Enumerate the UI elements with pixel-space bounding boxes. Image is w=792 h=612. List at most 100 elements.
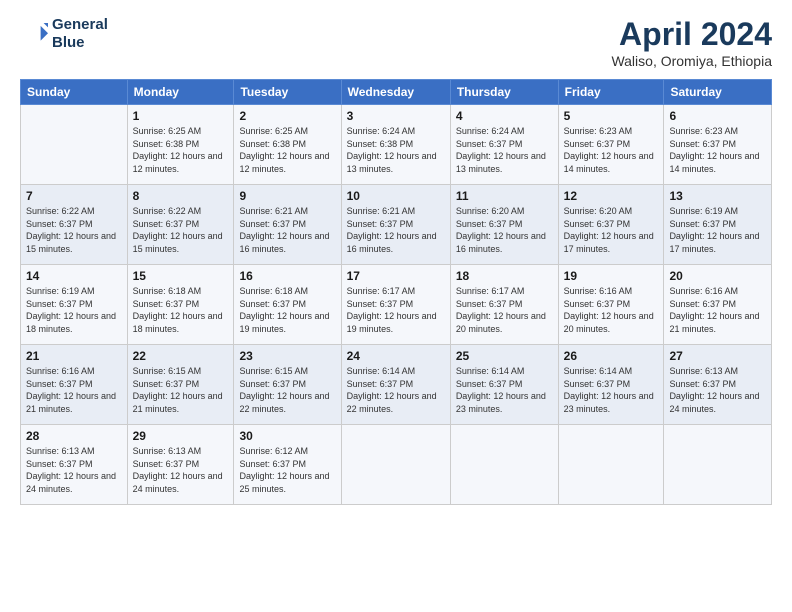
calendar-cell: 11 Sunrise: 6:20 AMSunset: 6:37 PMDayligh… (450, 185, 558, 265)
calendar-cell: 18 Sunrise: 6:17 AMSunset: 6:37 PMDayligh… (450, 265, 558, 345)
page-container: General Blue April 2024 Waliso, Oromiya,… (0, 0, 792, 515)
day-info: Sunrise: 6:25 AMSunset: 6:38 PMDaylight:… (239, 125, 335, 175)
weekday-header: Thursday (450, 80, 558, 105)
day-info: Sunrise: 6:18 AMSunset: 6:37 PMDaylight:… (133, 285, 229, 335)
logo-icon (20, 20, 48, 48)
calendar-week-row: 1 Sunrise: 6:25 AMSunset: 6:38 PMDaylight… (21, 105, 772, 185)
calendar-cell: 14 Sunrise: 6:19 AMSunset: 6:37 PMDayligh… (21, 265, 128, 345)
calendar-cell: 25 Sunrise: 6:14 AMSunset: 6:37 PMDayligh… (450, 345, 558, 425)
day-info: Sunrise: 6:15 AMSunset: 6:37 PMDaylight:… (239, 365, 335, 415)
calendar-cell: 16 Sunrise: 6:18 AMSunset: 6:37 PMDayligh… (234, 265, 341, 345)
day-info: Sunrise: 6:17 AMSunset: 6:37 PMDaylight:… (347, 285, 445, 335)
calendar-cell (341, 425, 450, 505)
weekday-header: Tuesday (234, 80, 341, 105)
calendar-table: SundayMondayTuesdayWednesdayThursdayFrid… (20, 79, 772, 505)
day-number: 1 (133, 109, 229, 123)
calendar-cell: 28 Sunrise: 6:13 AMSunset: 6:37 PMDayligh… (21, 425, 128, 505)
calendar-cell: 4 Sunrise: 6:24 AMSunset: 6:37 PMDaylight… (450, 105, 558, 185)
calendar-cell: 6 Sunrise: 6:23 AMSunset: 6:37 PMDaylight… (664, 105, 772, 185)
calendar-cell: 9Sunrise: 6:21 AMSunset: 6:37 PMDaylight… (234, 185, 341, 265)
day-info: Sunrise: 6:13 AMSunset: 6:37 PMDaylight:… (669, 365, 766, 415)
day-number: 18 (456, 269, 553, 283)
day-info: Sunrise: 6:23 AMSunset: 6:37 PMDaylight:… (669, 125, 766, 175)
calendar-cell (450, 425, 558, 505)
calendar-cell: 10 Sunrise: 6:21 AMSunset: 6:37 PMDayligh… (341, 185, 450, 265)
weekday-header: Saturday (664, 80, 772, 105)
day-number: 6 (669, 109, 766, 123)
calendar-cell: 21 Sunrise: 6:16 AMSunset: 6:37 PMDayligh… (21, 345, 128, 425)
calendar-cell: 15 Sunrise: 6:18 AMSunset: 6:37 PMDayligh… (127, 265, 234, 345)
weekday-header-row: SundayMondayTuesdayWednesdayThursdayFrid… (21, 80, 772, 105)
day-number: 23 (239, 349, 335, 363)
day-number: 24 (347, 349, 445, 363)
calendar-week-row: 21 Sunrise: 6:16 AMSunset: 6:37 PMDayligh… (21, 345, 772, 425)
day-number: 27 (669, 349, 766, 363)
day-info: Sunrise: 6:22 AMSunset: 6:37 PMDaylight:… (26, 205, 122, 255)
calendar-cell: 20Sunrise: 6:16 AMSunset: 6:37 PMDayligh… (664, 265, 772, 345)
day-number: 4 (456, 109, 553, 123)
month-title: April 2024 (611, 16, 772, 53)
day-info: Sunrise: 6:20 AMSunset: 6:37 PMDaylight:… (564, 205, 659, 255)
day-number: 22 (133, 349, 229, 363)
weekday-header: Friday (558, 80, 664, 105)
day-info: Sunrise: 6:14 AMSunset: 6:37 PMDaylight:… (564, 365, 659, 415)
calendar-cell (21, 105, 128, 185)
calendar-cell: 29Sunrise: 6:13 AMSunset: 6:37 PMDayligh… (127, 425, 234, 505)
calendar-cell: 26Sunrise: 6:14 AMSunset: 6:37 PMDayligh… (558, 345, 664, 425)
day-info: Sunrise: 6:19 AMSunset: 6:37 PMDaylight:… (669, 205, 766, 255)
weekday-header: Wednesday (341, 80, 450, 105)
day-info: Sunrise: 6:15 AMSunset: 6:37 PMDaylight:… (133, 365, 229, 415)
day-number: 25 (456, 349, 553, 363)
day-number: 17 (347, 269, 445, 283)
calendar-cell: 17 Sunrise: 6:17 AMSunset: 6:37 PMDayligh… (341, 265, 450, 345)
day-info: Sunrise: 6:25 AMSunset: 6:38 PMDaylight:… (133, 125, 229, 175)
calendar-cell: 24Sunrise: 6:14 AMSunset: 6:37 PMDayligh… (341, 345, 450, 425)
location: Waliso, Oromiya, Ethiopia (611, 53, 772, 69)
calendar-cell: 7 Sunrise: 6:22 AMSunset: 6:37 PMDaylight… (21, 185, 128, 265)
day-number: 10 (347, 189, 445, 203)
weekday-header: Monday (127, 80, 234, 105)
day-number: 28 (26, 429, 122, 443)
day-info: Sunrise: 6:21 AMSunset: 6:37 PMDaylight:… (347, 205, 445, 255)
logo: General Blue (20, 16, 108, 52)
day-info: Sunrise: 6:24 AMSunset: 6:38 PMDaylight:… (347, 125, 445, 175)
calendar-cell: 23 Sunrise: 6:15 AMSunset: 6:37 PMDayligh… (234, 345, 341, 425)
day-info: Sunrise: 6:22 AMSunset: 6:37 PMDaylight:… (133, 205, 229, 255)
calendar-cell (664, 425, 772, 505)
calendar-week-row: 7 Sunrise: 6:22 AMSunset: 6:37 PMDaylight… (21, 185, 772, 265)
day-info: Sunrise: 6:24 AMSunset: 6:37 PMDaylight:… (456, 125, 553, 175)
day-info: Sunrise: 6:20 AMSunset: 6:37 PMDaylight:… (456, 205, 553, 255)
day-info: Sunrise: 6:17 AMSunset: 6:37 PMDaylight:… (456, 285, 553, 335)
calendar-cell: 27 Sunrise: 6:13 AMSunset: 6:37 PMDayligh… (664, 345, 772, 425)
day-number: 3 (347, 109, 445, 123)
calendar-cell: 1 Sunrise: 6:25 AMSunset: 6:38 PMDaylight… (127, 105, 234, 185)
day-info: Sunrise: 6:19 AMSunset: 6:37 PMDaylight:… (26, 285, 122, 335)
day-info: Sunrise: 6:18 AMSunset: 6:37 PMDaylight:… (239, 285, 335, 335)
calendar-cell: 19Sunrise: 6:16 AMSunset: 6:37 PMDayligh… (558, 265, 664, 345)
day-info: Sunrise: 6:13 AMSunset: 6:37 PMDaylight:… (26, 445, 122, 495)
day-number: 11 (456, 189, 553, 203)
logo-text-line1: General (52, 16, 108, 34)
day-number: 2 (239, 109, 335, 123)
day-number: 7 (26, 189, 122, 203)
logo-text-line2: Blue (52, 34, 108, 52)
day-info: Sunrise: 6:16 AMSunset: 6:37 PMDaylight:… (26, 365, 122, 415)
day-number: 21 (26, 349, 122, 363)
day-info: Sunrise: 6:14 AMSunset: 6:37 PMDaylight:… (456, 365, 553, 415)
day-number: 15 (133, 269, 229, 283)
day-number: 9 (239, 189, 335, 203)
page-header: General Blue April 2024 Waliso, Oromiya,… (20, 16, 772, 69)
day-info: Sunrise: 6:13 AMSunset: 6:37 PMDaylight:… (133, 445, 229, 495)
day-number: 19 (564, 269, 659, 283)
weekday-header: Sunday (21, 80, 128, 105)
day-number: 20 (669, 269, 766, 283)
day-number: 16 (239, 269, 335, 283)
calendar-week-row: 14 Sunrise: 6:19 AMSunset: 6:37 PMDayligh… (21, 265, 772, 345)
title-block: April 2024 Waliso, Oromiya, Ethiopia (611, 16, 772, 69)
day-info: Sunrise: 6:12 AMSunset: 6:37 PMDaylight:… (239, 445, 335, 495)
day-number: 30 (239, 429, 335, 443)
day-number: 12 (564, 189, 659, 203)
calendar-cell: 22 Sunrise: 6:15 AMSunset: 6:37 PMDayligh… (127, 345, 234, 425)
day-number: 14 (26, 269, 122, 283)
day-number: 13 (669, 189, 766, 203)
